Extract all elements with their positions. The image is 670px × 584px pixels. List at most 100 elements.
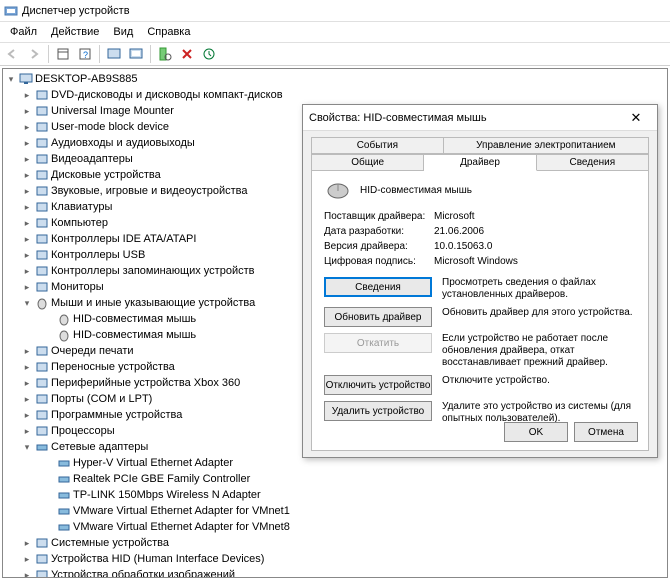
expander-icon[interactable]: ▸ bbox=[21, 233, 33, 245]
tree-item[interactable]: VMware Virtual Ethernet Adapter for VMne… bbox=[73, 521, 290, 533]
tab-power[interactable]: Управление электропитанием bbox=[444, 137, 649, 154]
expander-icon[interactable]: ▸ bbox=[21, 89, 33, 101]
properties-dialog: Свойства: HID-совместимая мышь ✕ События… bbox=[302, 104, 658, 458]
tree-item[interactable]: Переносные устройства bbox=[51, 361, 175, 373]
tree-item[interactable]: Порты (COM и LPT) bbox=[51, 393, 152, 405]
tab-general[interactable]: Общие bbox=[311, 154, 424, 171]
tree-item[interactable]: DVD-дисководы и дисководы компакт-дисков bbox=[51, 89, 283, 101]
expander-icon[interactable]: ▸ bbox=[21, 249, 33, 261]
expander-icon[interactable]: ▸ bbox=[21, 425, 33, 437]
tree-item[interactable]: HID-совместимая мышь bbox=[73, 329, 196, 341]
expander-icon[interactable]: ▸ bbox=[21, 137, 33, 149]
tree-item[interactable]: Клавиатуры bbox=[51, 201, 112, 213]
expander-icon[interactable]: ▸ bbox=[21, 185, 33, 197]
expander-icon[interactable]: ▸ bbox=[21, 345, 33, 357]
toolbar-forward-icon[interactable] bbox=[24, 44, 44, 64]
expander-icon[interactable]: ▸ bbox=[21, 377, 33, 389]
tree-item[interactable]: Периферийные устройства Xbox 360 bbox=[51, 377, 240, 389]
tree-item[interactable]: Звуковые, игровые и видеоустройства bbox=[51, 185, 248, 197]
menu-help[interactable]: Справка bbox=[141, 24, 196, 40]
hid-icon bbox=[35, 552, 49, 566]
toolbar-scan-icon[interactable] bbox=[155, 44, 175, 64]
toolbar-screen2-icon[interactable] bbox=[126, 44, 146, 64]
expander-icon[interactable]: ▸ bbox=[21, 201, 33, 213]
close-icon[interactable]: ✕ bbox=[621, 110, 651, 126]
expander-icon[interactable]: ▸ bbox=[21, 361, 33, 373]
cpu-icon bbox=[35, 424, 49, 438]
tree-item[interactable]: Видеоадаптеры bbox=[51, 153, 133, 165]
mouse-large-icon bbox=[324, 181, 352, 199]
svg-text:?: ? bbox=[83, 50, 88, 60]
expander-icon[interactable]: ▾ bbox=[21, 297, 33, 309]
nic-icon bbox=[57, 504, 71, 518]
expander-icon[interactable]: ▸ bbox=[21, 153, 33, 165]
tree-item[interactable]: User-mode block device bbox=[51, 121, 169, 133]
tree-item[interactable]: Программные устройства bbox=[51, 409, 182, 421]
toolbar-uninstall-icon[interactable] bbox=[177, 44, 197, 64]
toolbar-update-icon[interactable] bbox=[199, 44, 219, 64]
ok-button[interactable]: OK bbox=[504, 422, 568, 442]
tree-item[interactable]: Контроллеры IDE ATA/ATAPI bbox=[51, 233, 196, 245]
tree-item[interactable]: Мониторы bbox=[51, 281, 104, 293]
tree-item[interactable]: Hyper-V Virtual Ethernet Adapter bbox=[73, 457, 233, 469]
tree-item[interactable]: Устройства HID (Human Interface Devices) bbox=[51, 553, 264, 565]
expander-icon[interactable]: ▸ bbox=[21, 281, 33, 293]
system-icon bbox=[35, 536, 49, 550]
tab-driver[interactable]: Драйвер bbox=[424, 154, 536, 171]
expander-icon[interactable]: ▸ bbox=[21, 265, 33, 277]
tree-item[interactable]: VMware Virtual Ethernet Adapter for VMne… bbox=[73, 505, 290, 517]
tree-item[interactable]: Контроллеры USB bbox=[51, 249, 145, 261]
tree-item[interactable]: Контроллеры запоминающих устройств bbox=[51, 265, 254, 277]
expander-icon[interactable]: ▸ bbox=[21, 553, 33, 565]
tree-item[interactable]: Системные устройства bbox=[51, 537, 169, 549]
tree-item[interactable]: Universal Image Mounter bbox=[51, 105, 174, 117]
tree-item[interactable]: Аудиовходы и аудиовыходы bbox=[51, 137, 195, 149]
tab-details[interactable]: Сведения bbox=[537, 154, 649, 171]
menu-view[interactable]: Вид bbox=[107, 24, 139, 40]
expander-icon[interactable]: ▸ bbox=[21, 217, 33, 229]
window-titlebar: Диспетчер устройств bbox=[0, 0, 670, 22]
driver-details-button[interactable]: Сведения bbox=[324, 277, 432, 297]
expander-icon[interactable]: ▸ bbox=[21, 537, 33, 549]
tree-item[interactable]: Компьютер bbox=[51, 217, 108, 229]
toolbar-properties-icon[interactable] bbox=[53, 44, 73, 64]
nic-icon bbox=[57, 520, 71, 534]
menu-file[interactable]: Файл bbox=[4, 24, 43, 40]
expander-icon[interactable]: ▸ bbox=[21, 569, 33, 578]
menu-action[interactable]: Действие bbox=[45, 24, 105, 40]
cancel-button[interactable]: Отмена bbox=[574, 422, 638, 442]
tree-item[interactable]: Устройства обработки изображений bbox=[51, 569, 235, 578]
expander-icon[interactable]: ▾ bbox=[5, 73, 17, 85]
network-icon bbox=[35, 440, 49, 454]
mouse-icon bbox=[35, 296, 49, 310]
toolbar-help-icon[interactable]: ? bbox=[75, 44, 95, 64]
tab-events[interactable]: События bbox=[311, 137, 444, 154]
expander-icon[interactable]: ▸ bbox=[21, 105, 33, 117]
driver-info: Поставщик драйвера: Microsoft Дата разра… bbox=[324, 211, 636, 267]
expander-icon[interactable]: ▸ bbox=[21, 409, 33, 421]
tree-category-mice[interactable]: Мыши и иные указывающие устройства bbox=[51, 297, 255, 309]
tree-item[interactable]: TP-LINK 150Mbps Wireless N Adapter bbox=[73, 489, 261, 501]
uninstall-device-button[interactable]: Удалить устройство bbox=[324, 401, 432, 421]
expander-icon[interactable]: ▸ bbox=[21, 169, 33, 181]
tree-category-network[interactable]: Сетевые адаптеры bbox=[51, 441, 148, 453]
tree-item[interactable]: HID-совместимая мышь bbox=[73, 313, 196, 325]
toolbar-back-icon[interactable] bbox=[2, 44, 22, 64]
date-label: Дата разработки: bbox=[324, 226, 434, 237]
update-driver-desc: Обновить драйвер для этого устройства. bbox=[442, 307, 636, 319]
expander-icon[interactable]: ▸ bbox=[21, 393, 33, 405]
tree-item[interactable]: Процессоры bbox=[51, 425, 115, 437]
expander-icon[interactable]: ▸ bbox=[21, 121, 33, 133]
rollback-driver-button: Откатить bbox=[324, 333, 432, 353]
disable-device-desc: Отключите устройство. bbox=[442, 375, 636, 387]
tree-item[interactable]: Дисковые устройства bbox=[51, 169, 161, 181]
disable-device-button[interactable]: Отключить устройство bbox=[324, 375, 432, 395]
port-icon bbox=[35, 392, 49, 406]
toolbar-screen1-icon[interactable] bbox=[104, 44, 124, 64]
tree-item[interactable]: Очереди печати bbox=[51, 345, 134, 357]
update-driver-button[interactable]: Обновить драйвер bbox=[324, 307, 432, 327]
tree-root[interactable]: DESKTOP-AB9S885 bbox=[35, 73, 138, 85]
tree-item[interactable]: Realtek PCIe GBE Family Controller bbox=[73, 473, 250, 485]
expander-icon[interactable]: ▾ bbox=[21, 441, 33, 453]
menubar: Файл Действие Вид Справка bbox=[0, 22, 670, 42]
